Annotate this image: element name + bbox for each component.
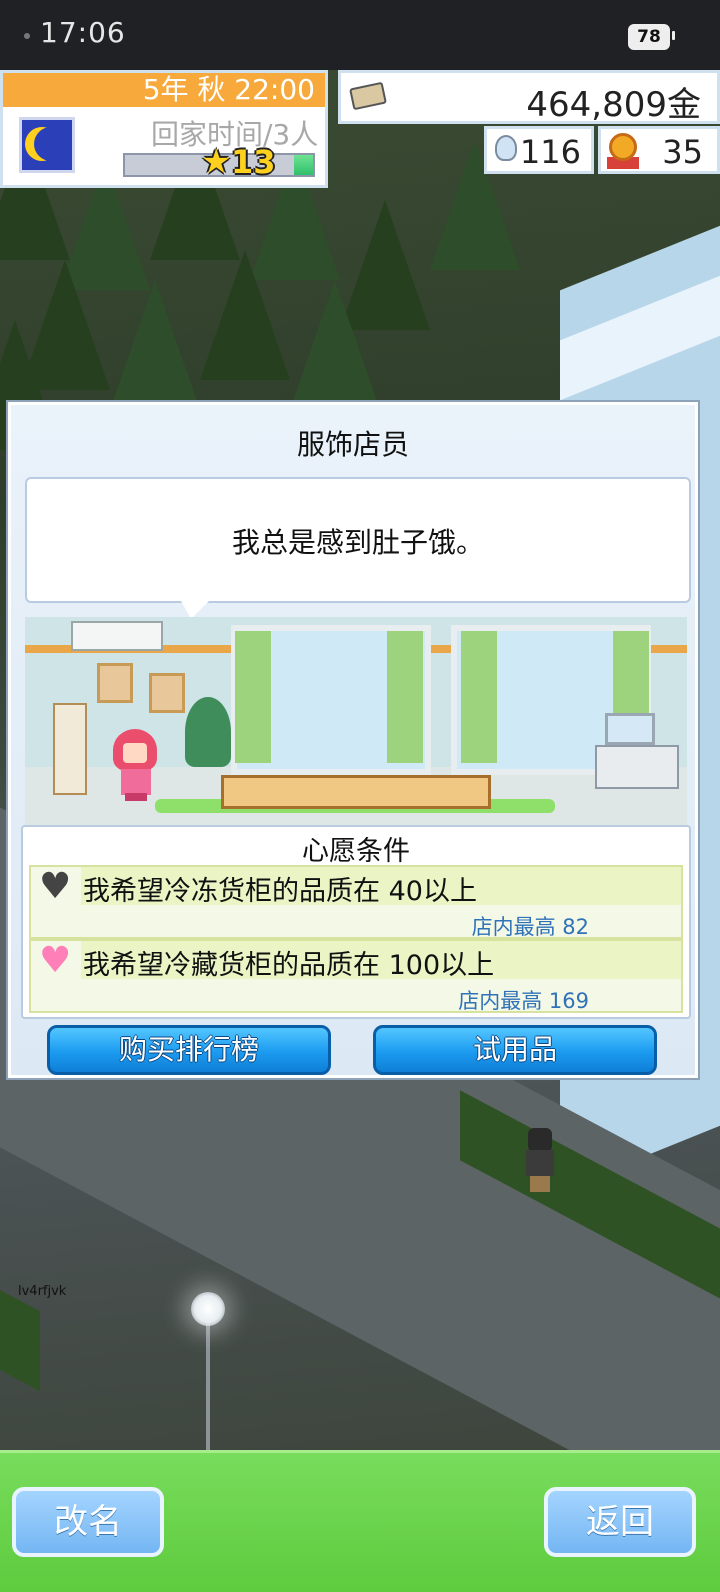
battery-tip — [672, 31, 675, 40]
wish-text: 我希望冷冻货柜的品质在 40以上 — [83, 876, 477, 907]
character-feet — [125, 793, 147, 801]
street-lamp-post — [206, 1320, 210, 1450]
customer-legs — [530, 1176, 550, 1192]
notification-dot — [24, 33, 30, 39]
customer-head — [528, 1128, 552, 1152]
air-conditioner — [71, 621, 163, 651]
potted-plant — [185, 697, 231, 767]
rank-progress-fill — [294, 155, 313, 175]
speech-text: 我总是感到肚子饿。 — [231, 526, 484, 559]
medal-panel: 35 — [598, 126, 720, 174]
night-indicator — [19, 117, 75, 173]
battery-icon: 78 — [628, 24, 670, 50]
money-panel: 464,809金 — [338, 70, 720, 125]
wish-item: ♥ 我希望冷藏货柜的品质在 100以上 店内最高 169 — [29, 939, 683, 1013]
curtain — [235, 631, 271, 763]
computer-monitor — [605, 713, 655, 745]
bulb-icon — [495, 135, 517, 161]
date-time: 5年 秋 22:00 — [3, 73, 325, 107]
picture-frame — [97, 663, 133, 703]
moon-icon — [34, 127, 68, 161]
dialog-title: 服饰店员 — [296, 428, 409, 461]
curtain — [387, 631, 423, 763]
hud-date-panel: 5年 秋 22:00 回家时间/3人 ★ 13 — [0, 70, 328, 188]
wish-item: ♥ 我希望冷冻货柜的品质在 40以上 店内最高 82 — [29, 865, 683, 939]
medal-icon — [609, 133, 637, 161]
character-room-scene — [25, 617, 687, 825]
customer-sprite[interactable] — [524, 1128, 556, 1192]
desk — [595, 745, 679, 789]
tree — [110, 280, 200, 410]
wish-conditions-title: 心愿条件 — [302, 836, 410, 867]
bottom-action-bar: 改名 返回 — [0, 1450, 720, 1592]
character-sprite — [113, 729, 159, 801]
tree — [200, 250, 290, 380]
picture-frame — [149, 673, 185, 713]
speech-bubble: 我总是感到肚子饿。 — [25, 477, 691, 603]
character-face — [123, 743, 147, 763]
tree — [290, 280, 380, 410]
star-icon: ★ — [201, 142, 232, 182]
character-dress — [121, 769, 151, 795]
buy-ranking-button[interactable]: 购买排行榜 — [47, 1025, 331, 1075]
bench — [221, 775, 491, 809]
store-rank: 13 — [231, 143, 276, 181]
trial-items-button[interactable]: 试用品 — [373, 1025, 657, 1075]
clock: 17:06 — [40, 16, 126, 49]
status-bar: 17:06 78 — [0, 0, 720, 70]
customer-body — [526, 1150, 554, 1176]
wish-conditions-panel: 心愿条件 ♥ 我希望冷冻货柜的品质在 40以上 店内最高 82 ♥ 我希望冷藏货… — [21, 825, 691, 1019]
scene-label: lv4rfjvk — [18, 1284, 67, 1299]
bookshelf — [53, 703, 87, 795]
heart-icon: ♥ — [39, 940, 72, 981]
medal-count: 35 — [662, 133, 703, 171]
heart-icon: ♥ — [39, 866, 72, 907]
money-icon — [349, 81, 387, 111]
curtain — [461, 631, 497, 763]
street-lamp-light — [191, 1292, 225, 1326]
money-amount: 464,809金 — [526, 85, 701, 125]
back-button[interactable]: 返回 — [544, 1487, 696, 1557]
character-dialog: 服饰店员 我总是感到肚子饿。 心愿条件 ♥ 我希望冷冻货柜的品质在 40以上 店… — [8, 402, 698, 1078]
wish-store-best: 店内最高 169 — [458, 989, 589, 1013]
research-points: 116 — [519, 133, 581, 171]
research-panel: 116 — [484, 126, 594, 174]
wish-store-best: 店内最高 82 — [471, 915, 589, 939]
wish-text: 我希望冷藏货柜的品质在 100以上 — [83, 950, 495, 981]
rename-button[interactable]: 改名 — [12, 1487, 164, 1557]
